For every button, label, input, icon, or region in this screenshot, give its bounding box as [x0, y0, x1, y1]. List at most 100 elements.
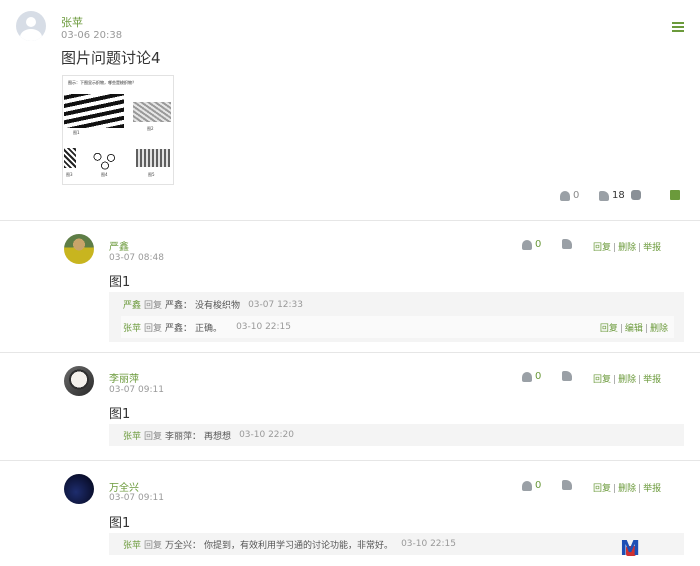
reply-target: 严鑫：: [165, 301, 193, 311]
post-flower-count: 0: [573, 190, 580, 201]
reply-author[interactable]: 张苹: [123, 321, 141, 334]
comment-flower-count: 0: [535, 239, 542, 250]
reply-link[interactable]: 回复: [593, 375, 611, 385]
reply-link[interactable]: 回复: [593, 484, 611, 494]
comment-author[interactable]: 李丽萍: [109, 370, 139, 385]
reply-author[interactable]: 张苹: [123, 538, 141, 551]
image-label-1: 图1: [73, 130, 80, 135]
comment-flower-button[interactable]: 0: [522, 480, 541, 491]
delete-link[interactable]: 删除: [618, 243, 636, 253]
author-avatar[interactable]: [16, 11, 46, 41]
flower-icon: [522, 371, 532, 382]
fabric-image-4: [90, 148, 120, 170]
reply-actions: 回复 | 编辑 | 删除: [599, 323, 668, 334]
flower-icon: [522, 239, 532, 250]
post-like-count: 18: [612, 190, 625, 201]
reply-word: 回复: [144, 301, 163, 311]
divider: [0, 220, 700, 221]
divider: [0, 460, 700, 461]
sort-up-icon: [670, 190, 680, 200]
delete-link[interactable]: 删除: [618, 484, 636, 494]
edit-link[interactable]: 编辑: [625, 324, 643, 334]
reply-item: 张苹 回复 万全兴： 你提到，有效利用学习通的讨论功能，非常好。 03-10 2…: [109, 533, 684, 555]
thumb-up-icon: [562, 239, 572, 249]
comment-avatar[interactable]: [64, 234, 94, 264]
comment-time: 03-07 09:11: [109, 385, 164, 395]
reply-link[interactable]: 回复: [593, 243, 611, 253]
reply-time: 03-10 22:15: [236, 322, 292, 332]
comment-actions: 回复 | 删除 | 举报: [593, 375, 662, 385]
reply-text: 你提到，有效利用学习通的讨论功能，非常好。: [204, 540, 394, 551]
image-label-2: 图2: [147, 126, 154, 131]
thumb-up-icon: [562, 371, 572, 381]
divider: [0, 352, 700, 353]
comment-like-button[interactable]: [562, 371, 572, 381]
reply-item: 张苹 回复 严鑫： 正确。 03-10 22:15 回复 | 编辑 | 删除: [121, 316, 674, 338]
comment-body: 图1: [109, 516, 131, 531]
comment-flower-button[interactable]: 0: [522, 239, 541, 250]
fabric-image-3: [64, 148, 76, 168]
comment-actions: 回复 | 删除 | 举报: [593, 243, 662, 253]
comment-body: 图1: [109, 407, 131, 422]
reply-target: 李丽萍：: [165, 431, 202, 442]
comment-author[interactable]: 严鑫: [109, 238, 129, 253]
reply-text: 正确。: [195, 323, 223, 334]
reply-text: 再想想: [204, 431, 232, 442]
delete-link[interactable]: 删除: [650, 324, 668, 334]
comment-body: 图1: [109, 275, 131, 290]
watermark-logo-icon: M: [620, 536, 640, 560]
comment-actions: 回复 | 删除 | 举报: [593, 484, 662, 494]
post-image[interactable]: 图示：下图显示织物，哪些是梭织物？ 图1 图2 图3 图4 图5: [62, 75, 174, 185]
flower-icon: [522, 480, 532, 491]
reply-list: 严鑫 回复 严鑫： 没有梭织物 03-07 12:33 张苹 回复 严鑫： 正确…: [109, 292, 684, 342]
fabric-image-5: [136, 149, 170, 167]
flower-icon: [560, 190, 570, 201]
comment-flower-count: 0: [535, 480, 542, 491]
post-title: 图片问题讨论4: [61, 49, 161, 67]
post-top-button[interactable]: [670, 190, 680, 200]
comment-time: 03-07 09:11: [109, 493, 164, 503]
reply-time: 03-07 12:33: [248, 299, 304, 310]
delete-link[interactable]: 删除: [618, 375, 636, 385]
image-label-5: 图5: [148, 172, 155, 177]
post-flower-button[interactable]: 0: [560, 190, 579, 201]
reply-word: 回复: [144, 323, 163, 334]
comment-time: 03-07 08:48: [109, 253, 164, 263]
image-label-3: 图3: [66, 172, 73, 177]
report-link[interactable]: 举报: [643, 484, 661, 494]
post-comment-button[interactable]: [631, 190, 641, 200]
reply-item: 张苹 回复 李丽萍： 再想想 03-10 22:20: [109, 424, 684, 446]
comment-icon: [631, 190, 641, 200]
thumb-up-icon: [562, 480, 572, 490]
reply-text: 没有梭织物: [195, 301, 241, 311]
reply-time: 03-10 22:15: [401, 539, 457, 549]
comment-flower-count: 0: [535, 371, 542, 382]
thumb-up-icon: [599, 190, 609, 201]
comment-avatar[interactable]: [64, 474, 94, 504]
reply-time: 03-10 22:20: [239, 430, 295, 440]
post-author[interactable]: 张苹: [61, 14, 83, 30]
post-like-button[interactable]: 18: [599, 190, 625, 201]
fabric-image-1: [64, 94, 124, 128]
menu-icon[interactable]: [672, 22, 684, 32]
avatar-body-shape: [20, 29, 42, 41]
reply-word: 回复: [144, 431, 163, 442]
avatar-head-shape: [26, 17, 36, 27]
reply-item: 严鑫 回复 严鑫： 没有梭织物 03-07 12:33: [123, 298, 304, 312]
reply-target: 万全兴：: [165, 540, 202, 551]
comment-like-button[interactable]: [562, 480, 572, 490]
image-label-4: 图4: [101, 172, 108, 177]
report-link[interactable]: 举报: [643, 243, 661, 253]
comment-avatar[interactable]: [64, 366, 94, 396]
image-caption: 图示：下图显示织物，哪些是梭织物？: [68, 80, 136, 85]
reply-link[interactable]: 回复: [600, 324, 618, 334]
reply-word: 回复: [144, 540, 163, 551]
reply-author[interactable]: 张苹: [123, 429, 141, 442]
post-time: 03-06 20:38: [61, 30, 123, 41]
report-link[interactable]: 举报: [643, 375, 661, 385]
reply-target: 严鑫：: [165, 323, 193, 334]
comment-flower-button[interactable]: 0: [522, 371, 541, 382]
comment-author[interactable]: 万全兴: [109, 479, 139, 494]
reply-author[interactable]: 严鑫: [123, 298, 141, 311]
comment-like-button[interactable]: [562, 239, 572, 249]
